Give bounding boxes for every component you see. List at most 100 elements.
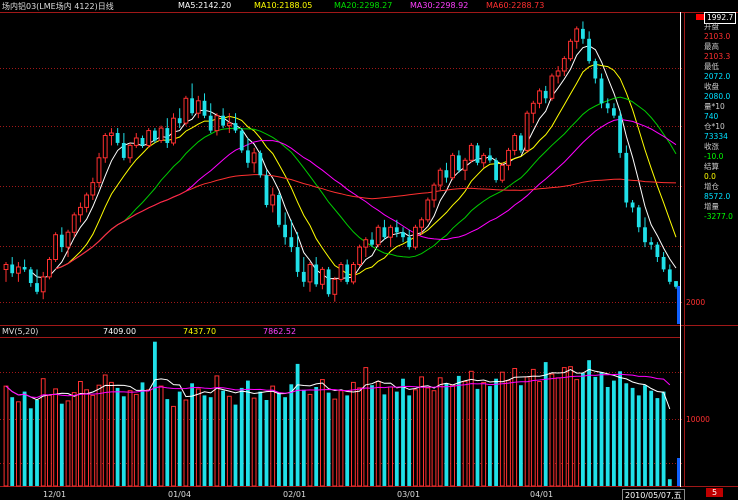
- volume-bar: [555, 377, 561, 487]
- volume-bar: [549, 373, 555, 487]
- volume-bar: [65, 400, 71, 487]
- volume-bar: [419, 376, 425, 487]
- x-tick-label: 01/04: [168, 490, 192, 499]
- candle-body: [587, 38, 591, 62]
- side-panel-text: -3277.0: [704, 212, 733, 221]
- volume-bar: [431, 390, 437, 487]
- candle-body: [425, 199, 431, 221]
- side-panel-text: 结算: [704, 162, 719, 171]
- candle-body: [394, 227, 399, 233]
- volume-bar: [382, 394, 387, 486]
- volume-bar: [506, 380, 511, 487]
- volume-bar: [233, 404, 238, 486]
- volume-bar: [84, 389, 89, 487]
- candle-body: [549, 75, 555, 99]
- candle-body: [115, 133, 120, 143]
- volume-bar: [332, 398, 338, 487]
- candle-body: [630, 202, 635, 208]
- candle-body: [543, 90, 548, 99]
- candle-body: [462, 159, 468, 171]
- candle-body: [574, 28, 580, 42]
- side-panel-text: 0.0: [704, 172, 716, 181]
- candle-body: [345, 264, 350, 282]
- volume-bar: [326, 392, 331, 486]
- candle-body: [202, 100, 207, 116]
- volume-bar: [530, 368, 536, 487]
- candle-body: [431, 184, 437, 201]
- candle-body: [22, 267, 27, 270]
- volume-title: MV(5,20): [2, 327, 39, 336]
- candle-body: [506, 149, 511, 166]
- x-tick-label: 04/01: [530, 490, 554, 499]
- volume-bar: [394, 391, 399, 486]
- candle-body: [401, 232, 405, 238]
- volume-bar: [636, 395, 641, 486]
- volume-bar: [475, 388, 480, 486]
- volume-bar: [270, 385, 276, 487]
- volume-bar: [643, 385, 647, 486]
- volume-bar: [140, 382, 145, 486]
- red-marker: [696, 14, 704, 20]
- candle-body: [661, 257, 666, 270]
- volume-bar: [561, 367, 567, 487]
- volume-bar: [593, 376, 598, 486]
- volume-bar: [307, 393, 313, 487]
- volume-bar: [444, 383, 449, 486]
- volume-bar: [96, 384, 102, 487]
- volume-bar: [437, 377, 443, 487]
- candle-body: [499, 164, 505, 181]
- volume-bar: [481, 381, 487, 487]
- candle-body: [53, 234, 59, 260]
- volume-bar: [661, 391, 666, 486]
- candle-body: [537, 90, 542, 104]
- candle-body: [332, 278, 338, 295]
- volume-bar: [543, 362, 548, 486]
- volume-bar: [246, 380, 250, 486]
- candle-body: [643, 227, 647, 243]
- candle-body: [10, 264, 15, 274]
- side-panel-text: 增仓: [704, 182, 719, 191]
- volume-value-3: 7862.52: [263, 327, 297, 336]
- ma10-label: MA10:2188.05: [254, 1, 313, 10]
- volume-bar: [345, 395, 350, 486]
- candle-body: [133, 137, 139, 146]
- candle-body: [636, 207, 641, 228]
- volume-bar: [121, 396, 126, 486]
- volume-bar: [202, 395, 207, 486]
- volume-bar: [133, 393, 139, 487]
- volume-bar: [413, 389, 418, 487]
- volume-bar: [10, 397, 15, 486]
- candle-body: [158, 127, 164, 142]
- volume-bar: [612, 380, 616, 486]
- volume-bar: [158, 385, 164, 487]
- candle-body: [555, 70, 561, 77]
- volume-bar: [53, 388, 59, 487]
- volume-bar: [667, 479, 672, 486]
- volume-bar: [320, 379, 325, 487]
- candle-body: [407, 237, 412, 248]
- volume-bar: [71, 392, 77, 487]
- corner-badge[interactable]: 5: [706, 488, 724, 497]
- volume-bar: [581, 373, 585, 486]
- side-panel-text: 最低: [704, 62, 719, 71]
- candle-body: [140, 138, 145, 146]
- candle-body: [214, 115, 220, 132]
- volume-bar: [301, 389, 306, 486]
- volume-bar: [499, 371, 505, 487]
- volume-bar: [78, 381, 83, 487]
- side-panel-text: 仓*10: [704, 122, 725, 131]
- candle-body: [183, 97, 189, 124]
- volume-bar: [127, 390, 133, 487]
- volume-bar: [468, 370, 474, 487]
- candle-body: [593, 61, 598, 79]
- candle-body: [289, 237, 294, 248]
- candle-body: [530, 102, 536, 114]
- volume-bar: [456, 375, 461, 486]
- candle-body: [612, 108, 616, 116]
- side-panel-text: -10.0: [704, 152, 724, 161]
- volume-bar: [649, 390, 654, 486]
- chart-canvas: [0, 12, 738, 487]
- side-panel-text: 73334: [704, 132, 728, 141]
- candle-body: [270, 194, 276, 206]
- volume-bar: [401, 378, 405, 486]
